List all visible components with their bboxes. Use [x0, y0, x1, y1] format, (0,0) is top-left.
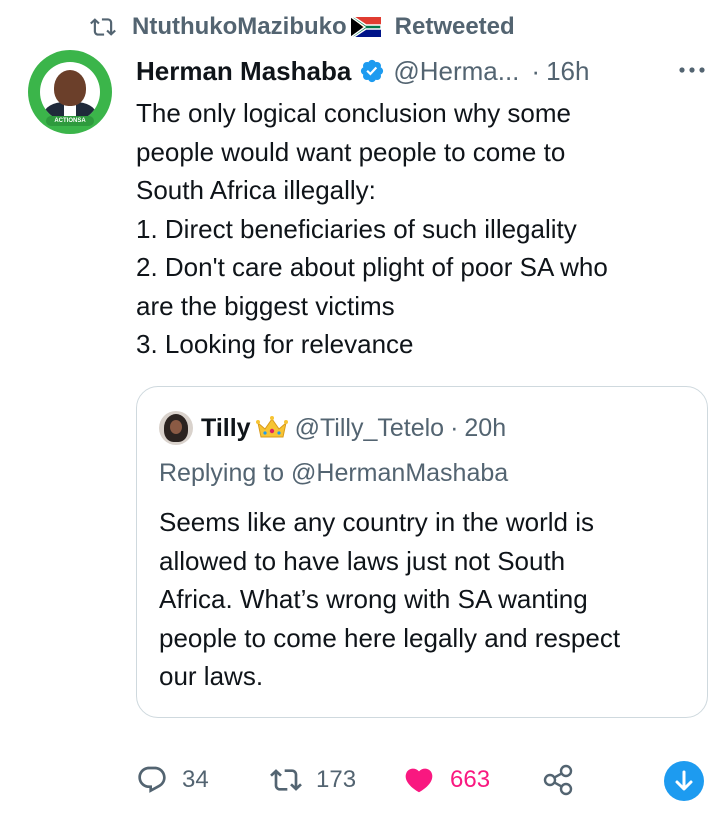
- retweet-count: 173: [316, 766, 357, 793]
- retweet-label: Retweeted: [394, 13, 515, 40]
- quoted-author-name: Tilly: [201, 413, 251, 442]
- quoted-line: allowed to have laws just not South: [159, 545, 566, 576]
- quoted-tweet-header: Tilly @Tilly_Tetelo · 20h: [159, 411, 506, 445]
- separator-dot: ·: [450, 413, 459, 442]
- like-button[interactable]: 663: [402, 760, 490, 800]
- heart-filled-icon: [405, 768, 433, 793]
- author-avatar[interactable]: ACTIONSA: [28, 50, 112, 134]
- south-africa-flag-emoji: [350, 17, 381, 37]
- quoted-tweet-body: Seems like any country in the world is a…: [159, 503, 689, 696]
- tweet-line: The only logical conclusion why some: [136, 98, 571, 128]
- share-icon[interactable]: [542, 764, 576, 796]
- quoted-tweet[interactable]: Tilly @Tilly_Tetelo · 20h Replying to @H…: [136, 386, 708, 718]
- quoted-line: people to come here legally and respect: [159, 622, 621, 653]
- author-handle[interactable]: @Herma...: [393, 56, 519, 87]
- quoted-line: Africa. What’s wrong with SA wanting: [159, 584, 588, 614]
- quoted-line: our laws.: [159, 661, 264, 691]
- like-count: 663: [450, 766, 491, 793]
- tweet-line: are the biggest victims: [136, 290, 395, 321]
- crown-emoji-icon: [255, 416, 288, 438]
- retweet-context: NtuthukoMazibuko Retweeted: [88, 10, 515, 44]
- quoted-author-avatar: [159, 411, 193, 445]
- retweet-icon: [90, 18, 116, 36]
- reply-count: 34: [182, 766, 209, 793]
- tweet-time[interactable]: 16h: [546, 56, 589, 87]
- quoted-line: Seems like any country in the world is: [159, 507, 594, 537]
- tweet-line: South Africa illegally:: [136, 175, 376, 205]
- more-options-icon[interactable]: [676, 58, 708, 82]
- tweet-header: Herman Mashaba @Herma... · 16h: [136, 52, 696, 90]
- tweet-actions: 34 173 663: [136, 760, 708, 801]
- tweet-body: The only logical conclusion why some peo…: [136, 94, 696, 364]
- retweet-button[interactable]: 173: [270, 760, 356, 800]
- avatar-badge: ACTIONSA: [46, 116, 94, 126]
- separator-dot: ·: [531, 55, 541, 86]
- replying-to: Replying to @HermanMashaba: [159, 459, 509, 487]
- download-button[interactable]: [664, 761, 704, 801]
- retweeter-name[interactable]: NtuthukoMazibuko: [132, 13, 347, 41]
- tweet-line: 2. Don't care about plight of poor SA wh…: [136, 252, 608, 282]
- tweet-line: people would want people to come to: [136, 136, 566, 167]
- reply-icon: [138, 766, 166, 793]
- reply-button[interactable]: 34: [136, 760, 209, 800]
- quoted-tweet-time: 20h: [464, 413, 507, 442]
- author-name[interactable]: Herman Mashaba: [136, 56, 351, 87]
- quoted-author-handle: @Tilly_Tetelo: [294, 413, 445, 442]
- tweet-line: 1. Direct beneficiaries of such illegali…: [136, 213, 577, 244]
- verified-badge-icon: [361, 59, 384, 83]
- tweet-line: 3. Looking for relevance: [136, 329, 414, 359]
- retweet-icon: [270, 769, 302, 791]
- download-arrow-icon: [675, 770, 693, 791]
